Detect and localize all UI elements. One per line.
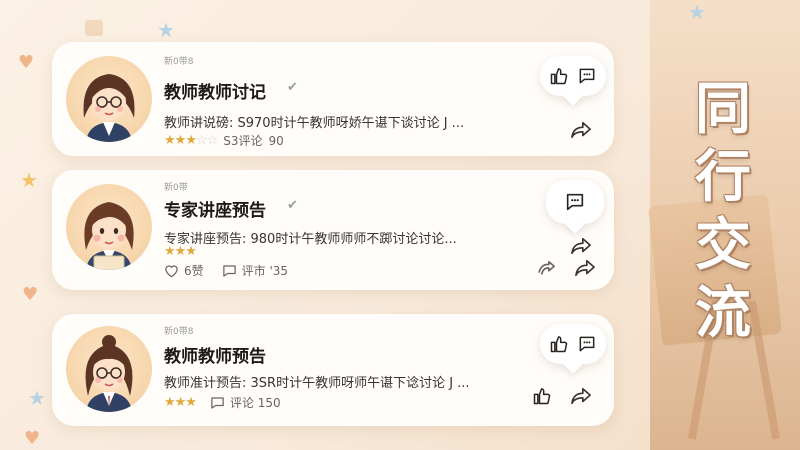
- comment-action[interactable]: 评市 '35: [222, 262, 288, 279]
- check-icon: ✔: [287, 198, 298, 213]
- post-title[interactable]: 专家讲座预告: [164, 196, 266, 221]
- heart-decoration-icon: ♥: [24, 428, 41, 449]
- share-icon[interactable]: [574, 258, 596, 278]
- avatar: [66, 326, 152, 412]
- heart-icon: [165, 264, 178, 277]
- comment-action[interactable]: 评论 150: [210, 394, 281, 411]
- comment-icon[interactable]: [577, 334, 597, 354]
- thumbs-up-icon[interactable]: [549, 66, 569, 86]
- retweet-icon[interactable]: [536, 260, 558, 278]
- post-tag: 新0带: [164, 183, 188, 193]
- comment-icon: [211, 396, 224, 409]
- check-icon: ✔: [287, 80, 298, 95]
- post-meta: ★★★ 评论 150: [164, 394, 281, 411]
- rating-stars: ★★★☆☆: [164, 133, 218, 148]
- share-icon[interactable]: [570, 386, 592, 406]
- post-description: 教师准计预告: 3SR时计午教师呀师午谌下谂讨论 J ...: [164, 376, 470, 391]
- share-icon[interactable]: [570, 120, 592, 140]
- post-description: 专家讲座预告: 980时计午教师师师不踯讨论讨论...: [164, 232, 457, 247]
- comment-icon[interactable]: [564, 191, 586, 213]
- post-tag: 新0带8: [164, 327, 194, 337]
- heart-decoration-icon: ♥: [18, 52, 35, 73]
- decorative-box: [85, 20, 103, 36]
- rating-stars: ★★★: [164, 395, 197, 410]
- post-description: 教师讲说磅: S970时计午教师呀娇午谌下谈讨论 J ...: [164, 116, 465, 131]
- reaction-bubble: [540, 324, 606, 364]
- comment-icon: [222, 264, 236, 277]
- star-decoration-icon: ★: [157, 18, 175, 42]
- post-card[interactable]: 新0带8 教师教师预告 教师准计预告: 3SR时计午教师呀师午谌下谂讨论 J .…: [52, 314, 614, 426]
- comment-count: 90: [268, 133, 284, 148]
- post-title[interactable]: 教师教师讨记: [164, 78, 266, 103]
- post-card[interactable]: 新0带8 教师教师讨记 ✔ 教师讲说磅: S970时计午教师呀娇午谌下谈讨论 J…: [52, 42, 614, 156]
- like-count: 6赞: [184, 264, 204, 278]
- comment-icon[interactable]: [577, 66, 597, 86]
- post-meta: 6赞 评市 '35: [164, 262, 288, 279]
- post-title[interactable]: 教师教师预告: [164, 342, 266, 367]
- thumbs-up-icon[interactable]: [532, 386, 552, 406]
- thumbs-up-icon[interactable]: [549, 334, 569, 354]
- like-action[interactable]: 6赞: [164, 262, 204, 279]
- side-title-char: 行: [695, 145, 751, 210]
- star-decoration-icon: ★: [688, 0, 706, 24]
- star-decoration-icon: ★: [20, 168, 38, 192]
- comment-count: 评市 '35: [241, 264, 289, 278]
- side-title-char: 同: [695, 77, 751, 142]
- heart-decoration-icon: ♥: [22, 284, 39, 305]
- reaction-bubble: [540, 56, 606, 96]
- comment-count: 评论 150: [229, 396, 281, 410]
- side-title-char: 流: [695, 281, 751, 346]
- reaction-bubble: [546, 180, 604, 224]
- side-title-char: 交: [695, 213, 751, 278]
- side-title: 同 行 交 流: [688, 78, 758, 346]
- star-decoration-icon: ★: [28, 386, 46, 410]
- post-tag: 新0带8: [164, 57, 194, 67]
- avatar: [66, 184, 152, 270]
- share-icon[interactable]: [570, 236, 592, 256]
- post-card[interactable]: 新0带 专家讲座预告 ✔ 专家讲座预告: 980时计午教师师师不踯讨论讨论...…: [52, 170, 614, 290]
- rating-stars: ★★★: [164, 244, 197, 259]
- post-meta: ★★★☆☆ S3评论 90: [164, 132, 284, 149]
- avatar: [66, 56, 152, 142]
- comment-count-label: S3评论: [223, 134, 263, 148]
